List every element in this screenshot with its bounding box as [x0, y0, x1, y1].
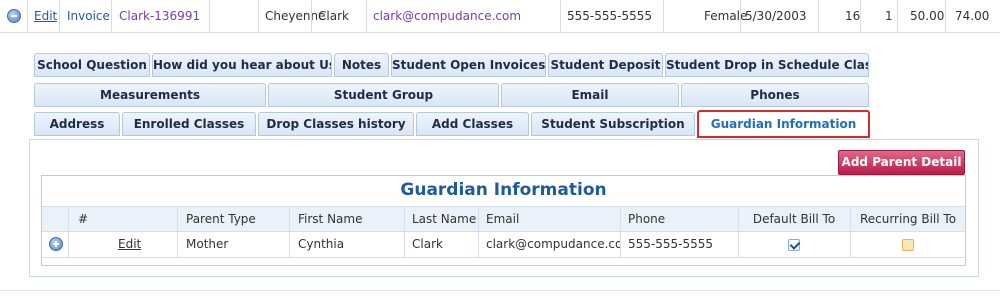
tab-student-group[interactable]: Student Group — [268, 83, 499, 107]
record-dob: 5/30/2003 — [745, 9, 807, 23]
tab-student-subscription[interactable]: Student Subscription — [531, 112, 695, 136]
tab-student-deposit[interactable]: Student Deposit — [548, 53, 663, 77]
column-header-last-name[interactable]: Last Name — [406, 207, 476, 231]
record-last-name: Clark — [318, 9, 349, 23]
tab-phones[interactable]: Phones — [681, 83, 869, 107]
tab-drop-classes-history[interactable]: Drop Classes history — [258, 112, 414, 136]
record-invoice-link[interactable]: Invoice — [67, 0, 110, 33]
row-last-name: Clark — [412, 237, 443, 251]
record-count: 1 — [885, 9, 893, 23]
row-email: clark@compudance.com — [486, 237, 620, 251]
default-bill-to-checkbox[interactable] — [788, 238, 800, 251]
record-first-name: Cheyenne — [265, 9, 326, 23]
column-header-recurring-bill-to[interactable]: Recurring Bill To — [851, 207, 965, 231]
row-edit-link[interactable]: Edit — [112, 232, 141, 257]
expand-row-icon[interactable] — [49, 237, 63, 251]
tab-student-drop-in-schedule[interactable]: Student Drop in Schedule Class — [665, 53, 869, 77]
row-parent-type: Mother — [186, 237, 229, 251]
tab-notes[interactable]: Notes — [334, 53, 389, 77]
table-row: Edit Mother Cynthia Clark clark@compudan… — [42, 232, 965, 258]
add-parent-detail-button[interactable]: Add Parent Detail — [838, 150, 965, 175]
column-header-first-name[interactable]: First Name — [292, 207, 392, 231]
row-first-name: Cynthia — [298, 237, 345, 251]
record-age: 16 — [845, 9, 861, 23]
record-amount-1: 50.00 — [910, 9, 945, 23]
column-header-email[interactable]: Email — [480, 207, 610, 231]
row-phone: 555-555-5555 — [628, 237, 714, 251]
record-student-id[interactable]: Clark-136991 — [119, 0, 200, 33]
tab-measurements[interactable]: Measurements — [34, 83, 266, 107]
page-bottom-divider — [0, 290, 1000, 297]
tab-email[interactable]: Email — [501, 83, 679, 107]
column-header-number[interactable]: # — [72, 207, 172, 231]
tab-enrolled-classes[interactable]: Enrolled Classes — [122, 112, 256, 136]
collapse-row-icon[interactable] — [7, 9, 21, 23]
student-record-row: Edit Invoice Clark-136991 Cheyenne Clark… — [0, 0, 1000, 33]
column-header-phone[interactable]: Phone — [622, 207, 722, 231]
tab-add-classes[interactable]: Add Classes — [416, 112, 529, 136]
recurring-bill-to-checkbox[interactable] — [902, 238, 914, 251]
tab-guardian-information[interactable]: Guardian Information — [697, 110, 870, 138]
tab-address[interactable]: Address — [34, 112, 120, 136]
grid-header-row: # Parent Type First Name Last Name Email… — [42, 207, 965, 232]
record-phone: 555-555-5555 — [567, 9, 653, 23]
tab-school-question[interactable]: School Question — [34, 53, 150, 77]
guardian-information-grid: Guardian Information # Parent Type First… — [41, 175, 966, 266]
record-email[interactable]: clark@compudance.com — [373, 0, 521, 33]
column-header-parent-type[interactable]: Parent Type — [180, 207, 280, 231]
record-edit-link[interactable]: Edit — [34, 0, 57, 33]
grid-title: Guardian Information — [42, 176, 965, 207]
tab-student-open-invoices[interactable]: Student Open Invoices — [391, 53, 546, 77]
tab-how-did-you-hear[interactable]: How did you hear about Us — [152, 53, 332, 77]
record-amount-2: 74.00 — [955, 9, 990, 23]
column-header-default-bill-to[interactable]: Default Bill To — [739, 207, 849, 231]
